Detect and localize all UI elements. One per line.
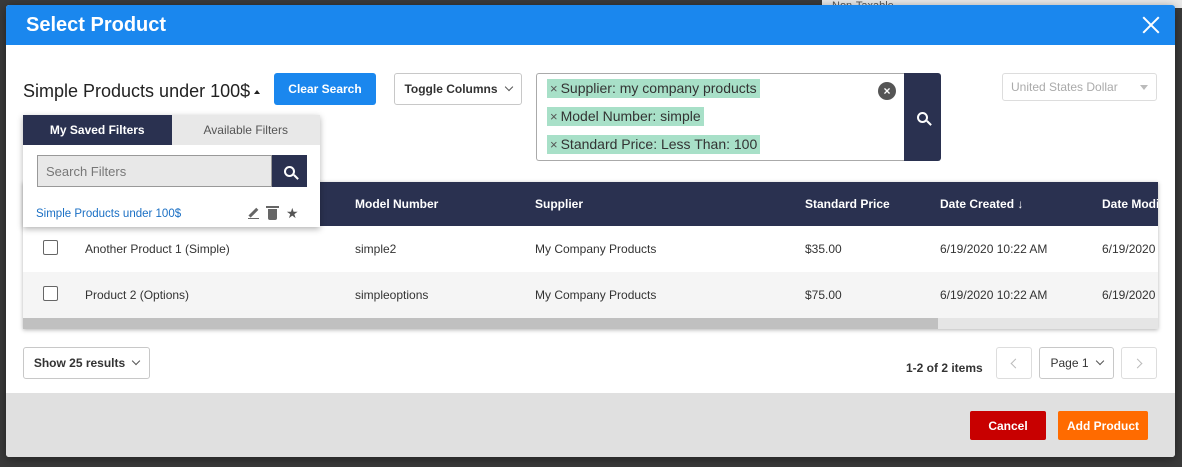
clear-search-button[interactable]: Clear Search bbox=[274, 73, 376, 105]
chip-label: Supplier: my company products bbox=[560, 80, 757, 96]
filter-chip[interactable]: × Model Number: simple bbox=[547, 107, 704, 126]
saved-filter-actions: ★ bbox=[248, 206, 299, 220]
page-size-label: Show 25 results bbox=[33, 356, 126, 370]
clear-chips-icon[interactable]: × bbox=[878, 82, 896, 100]
modal-footer: Cancel Add Product bbox=[6, 393, 1175, 457]
chevron-right-icon bbox=[1132, 358, 1143, 368]
next-page-button[interactable] bbox=[1121, 347, 1157, 379]
cell-date-created: 6/19/2020 10:22 AM bbox=[940, 242, 1048, 256]
cell-supplier: My Company Products bbox=[535, 288, 657, 302]
scrollbar-thumb[interactable] bbox=[23, 318, 938, 329]
active-filter-selector[interactable]: Simple Products under 100$ bbox=[23, 81, 261, 102]
search-icon bbox=[917, 111, 928, 123]
remove-chip-icon[interactable]: × bbox=[550, 81, 558, 96]
tab-my-saved-filters[interactable]: My Saved Filters bbox=[23, 115, 172, 145]
horizontal-scrollbar[interactable] bbox=[23, 318, 1158, 329]
remove-chip-icon[interactable]: × bbox=[550, 109, 558, 124]
star-icon[interactable]: ★ bbox=[286, 206, 299, 220]
search-icon bbox=[284, 165, 295, 177]
toggle-columns-button[interactable]: Toggle Columns bbox=[394, 73, 522, 105]
table-row[interactable]: Product 2 (Options) simpleoptions My Com… bbox=[23, 272, 1158, 318]
filter-chip[interactable]: × Standard Price: Less Than: 100 bbox=[547, 135, 761, 154]
chevron-down-icon bbox=[504, 82, 513, 92]
column-header-date-modified[interactable]: Date Modified bbox=[1102, 197, 1158, 211]
cell-name: Product 2 (Options) bbox=[85, 288, 190, 302]
add-product-button[interactable]: Add Product bbox=[1058, 411, 1148, 440]
chip-label: Model Number: simple bbox=[560, 108, 701, 124]
currency-select[interactable]: United States Dollar bbox=[1002, 73, 1157, 101]
cell-date-created: 6/19/2020 10:22 AM bbox=[940, 288, 1048, 302]
search-filters-button[interactable] bbox=[272, 155, 307, 187]
toggle-columns-label: Toggle Columns bbox=[404, 82, 498, 96]
search-chip-box[interactable]: × Supplier: my company products × Model Nu… bbox=[536, 73, 904, 161]
row-checkbox[interactable] bbox=[43, 240, 58, 255]
row-checkbox[interactable] bbox=[43, 286, 58, 301]
active-filter-name: Simple Products under 100$ bbox=[23, 81, 251, 101]
close-icon[interactable] bbox=[1141, 15, 1161, 35]
page-label: Page 1 bbox=[1050, 356, 1089, 370]
chevron-down-icon bbox=[131, 356, 141, 366]
cell-model: simple2 bbox=[355, 242, 397, 256]
column-header-supplier[interactable]: Supplier bbox=[535, 197, 583, 211]
saved-filters-dropdown: My Saved Filters Available Filters Searc… bbox=[23, 115, 320, 227]
saved-filter-item[interactable]: Simple Products under 100$ bbox=[36, 208, 181, 220]
cell-supplier: My Company Products bbox=[535, 242, 657, 256]
chevron-left-icon bbox=[1010, 358, 1021, 368]
saved-filters-tabs: My Saved Filters Available Filters bbox=[23, 115, 320, 145]
column-header-model[interactable]: Model Number bbox=[355, 197, 438, 211]
filter-chip[interactable]: × Supplier: my company products bbox=[547, 79, 760, 98]
tab-available-filters[interactable]: Available Filters bbox=[171, 115, 320, 145]
dropdown-arrow-icon bbox=[1140, 84, 1148, 90]
caret-up-icon bbox=[254, 89, 261, 94]
table-row[interactable]: Another Product 1 (Simple) simple2 My Co… bbox=[23, 226, 1158, 272]
chevron-down-icon bbox=[1095, 356, 1104, 366]
page-select[interactable]: Page 1 bbox=[1039, 347, 1114, 379]
search-filters-input[interactable]: Search Filters bbox=[37, 155, 272, 187]
prev-page-button[interactable] bbox=[996, 347, 1032, 379]
modal-header: Select Product bbox=[6, 5, 1175, 45]
modal-title: Select Product bbox=[26, 13, 167, 36]
cell-price: $35.00 bbox=[805, 242, 842, 256]
edit-icon[interactable] bbox=[248, 208, 259, 219]
items-count: 1-2 of 2 items bbox=[906, 361, 983, 375]
modal-body: Simple Products under 100$ Clear Search … bbox=[6, 45, 1175, 393]
column-header-date-created[interactable]: Date Created ↓ bbox=[940, 197, 1023, 211]
column-header-price[interactable]: Standard Price bbox=[805, 197, 890, 211]
page-size-select[interactable]: Show 25 results bbox=[23, 347, 150, 379]
select-product-modal: Select Product Simple Products under 100… bbox=[6, 5, 1175, 457]
cancel-button[interactable]: Cancel bbox=[970, 411, 1046, 440]
currency-placeholder: United States Dollar bbox=[1011, 80, 1118, 94]
trash-icon[interactable] bbox=[266, 206, 279, 220]
cell-date-modified: 6/19/2020 10:22 AM bbox=[1102, 288, 1158, 302]
cell-name: Another Product 1 (Simple) bbox=[85, 242, 230, 256]
chip-label: Standard Price: Less Than: 100 bbox=[560, 136, 758, 152]
remove-chip-icon[interactable]: × bbox=[550, 137, 558, 152]
cell-model: simpleoptions bbox=[355, 288, 429, 302]
cell-price: $75.00 bbox=[805, 288, 842, 302]
cell-date-modified: 6/19/2020 10:22 AM bbox=[1102, 242, 1158, 256]
search-button[interactable] bbox=[904, 73, 941, 161]
